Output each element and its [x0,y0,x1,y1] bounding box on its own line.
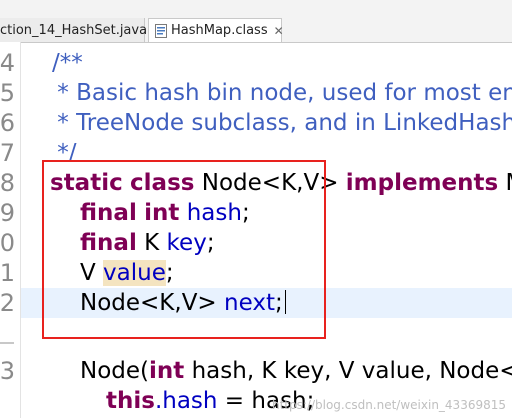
code-line: /** [0,48,512,78]
constructor-signature: Node(int hash, K key, V value, Node< [80,356,512,386]
code-line: final K key; [0,228,512,258]
field-name-highlighted: value [103,260,166,286]
line-number: 4 [0,49,15,77]
tab-hashset-java[interactable]: ction_14_HashSet.java ✕ [0,18,163,42]
comment-close: */ [50,140,77,166]
line-number: 7 [0,139,15,167]
keyword: class [130,170,195,196]
semicolon: ; [274,290,283,316]
param-name: key [283,358,325,384]
keyword: static [50,170,123,196]
class-file-icon [155,23,167,38]
field-name: next [224,290,275,316]
code-line: * Basic hash bin node, used for most ent [0,78,512,108]
keyword: final [80,230,137,256]
tab-label: HashMap.class [171,23,268,38]
text-caret [284,290,286,314]
code-line: * TreeNode subclass, and in LinkedHash [0,108,512,138]
line-number: 0 [0,229,15,257]
code-line: */ [0,138,512,168]
watermark: https://blog.csdn.net/weixin_43369815 [271,398,506,412]
param-separator: , Node< [424,358,512,384]
editor-tab-bar: ction_14_HashSet.java ✕ HashMap.class ✕ [0,0,512,43]
line-number: 8 [0,169,15,197]
close-icon[interactable]: ✕ [274,24,284,38]
comment-text: * TreeNode subclass, and in LinkedHash [50,110,512,136]
param-name: hash [191,358,247,384]
param-name: value [361,358,425,384]
tab-hashmap-class[interactable]: HashMap.class ✕ [148,18,284,42]
code-line: final int hash; [0,198,512,228]
type-name: K [144,230,160,256]
line-number: 1 [0,259,15,287]
keyword: this [106,388,155,414]
semicolon: ; [165,260,174,286]
semicolon: ; [206,230,215,256]
current-code-line: Node<K,V> next; [0,288,512,318]
code-line: Node(int hash, K key, V value, Node< [0,356,512,386]
semicolon: ; [241,200,250,226]
interface-name: Ma [506,170,512,196]
field-declaration: V value; [80,258,174,288]
field-name: key [166,230,207,256]
field-declaration: final int hash; [80,198,250,228]
tab-label: ction_14_HashSet.java [0,22,148,38]
line-number: 6 [0,109,15,137]
line-number: 9 [0,199,15,227]
code-line: static class Node<K,V> implements Ma [0,168,512,198]
fold-marker[interactable] [0,342,14,344]
class-declaration: static class Node<K,V> implements Ma [50,168,512,198]
constructor-name: Node( [80,358,149,384]
line-number: 3 [0,357,15,385]
class-name: Node<K,V> [201,170,339,196]
code-editor[interactable]: /** * Basic hash bin node, used for most… [0,42,512,418]
type-name: Node<K,V> [80,290,217,316]
code-line: V value; [0,258,512,288]
field-declaration: final K key; [80,228,215,258]
field-name: hash [186,200,242,226]
keyword: int [144,200,180,226]
field-declaration: Node<K,V> next; [80,288,286,318]
param-separator: , V [324,358,355,384]
keyword: final [80,200,137,226]
comment-text: * Basic hash bin node, used for most ent [50,80,512,106]
param-separator: , K [246,358,277,384]
line-number: 5 [0,79,15,107]
type-name: V [80,260,96,286]
keyword: int [149,358,185,384]
line-number-gutter: 4 5 6 7 8 9 0 1 2 3 [0,42,21,418]
comment-open: /** [52,50,83,76]
field-name: .hash [154,388,218,414]
keyword: implements [345,170,499,196]
line-number: 2 [0,289,15,317]
